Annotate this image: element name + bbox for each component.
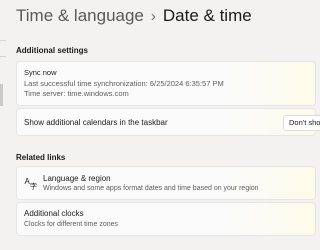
sync-card: Sync now Last successful time synchroniz… [16, 61, 316, 106]
breadcrumb-chevron-icon: › [150, 7, 156, 25]
language-region-icon: A 字 [24, 176, 38, 191]
page-title: Date & time [162, 6, 252, 25]
nav-divider [0, 40, 6, 41]
nav-divider [0, 56, 6, 57]
additional-calendars-row: Show additional calendars in the taskbar… [16, 108, 320, 136]
related-link-language-region[interactable]: A 字 Language & region Windows and some a… [16, 166, 316, 200]
additional-settings-heading: Additional settings [16, 46, 88, 55]
additional-clocks-title: Additional clocks [24, 209, 84, 218]
additional-calendars-label: Show additional calendars in the taskbar [24, 118, 168, 127]
time-server-text: Time server: time.windows.com [24, 89, 129, 98]
breadcrumb-time-language[interactable]: Time & language [16, 6, 144, 26]
last-sync-status: Last successful time synchronization: 6/… [24, 79, 224, 88]
related-link-additional-clocks[interactable]: Additional clocks Clocks for different t… [16, 202, 316, 236]
additional-calendars-dropdown[interactable]: Don't show [283, 115, 320, 131]
breadcrumb: Time & language › Date & time [16, 4, 252, 28]
svg-text:字: 字 [30, 182, 37, 191]
nav-selection-indicator [0, 84, 3, 106]
language-region-description: Windows and some apps format dates and t… [43, 185, 259, 192]
related-links-heading: Related links [16, 153, 66, 162]
language-region-title: Language & region [43, 174, 111, 183]
sync-now-button[interactable]: Sync now [24, 68, 57, 77]
navigation-pane-edge [0, 0, 10, 250]
additional-clocks-description: Clocks for different time zones [24, 221, 119, 228]
